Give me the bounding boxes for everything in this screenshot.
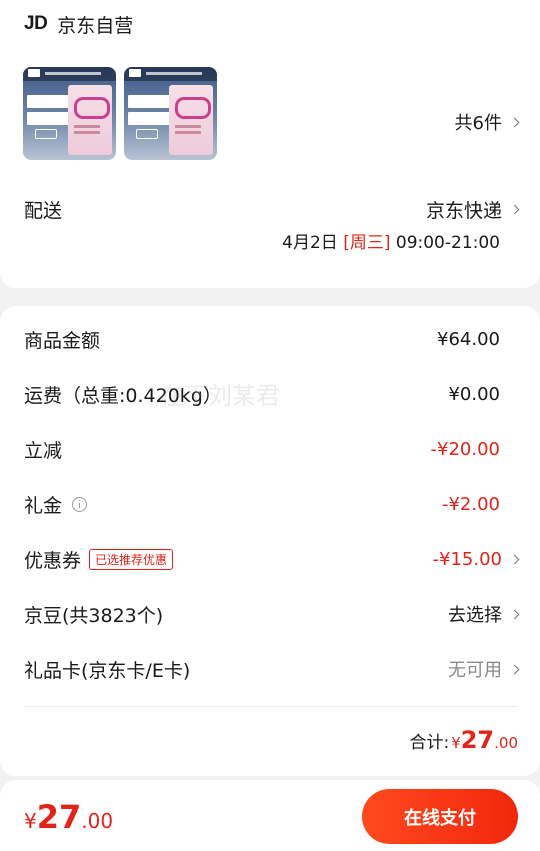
checkout-bar: ¥ 27 .00 在线支付 xyxy=(0,780,540,851)
summary-label: 立减 xyxy=(24,439,63,462)
summary-row-gift-money: 礼金 -¥2.00 xyxy=(24,489,518,519)
chevron-right-icon xyxy=(509,117,520,127)
summary-value-wrap: -¥15.00 xyxy=(432,548,520,570)
summary-value-wrap: 无可用 xyxy=(448,656,520,682)
delivery-method-label: 京东快递 xyxy=(425,200,502,222)
checkout-price: ¥ 27 .00 xyxy=(24,798,113,836)
subtotal-decimal: .00 xyxy=(494,734,518,752)
delivery-time[interactable]: 4月2日 [周三] 09:00-21:00 xyxy=(282,228,500,253)
summary-row-shipping[interactable]: 运费（总重:0.420kg） ¥0.00 xyxy=(24,379,518,409)
delivery-method[interactable]: 京东快递 xyxy=(425,196,520,223)
subtotal-label: 合计: xyxy=(409,733,450,753)
summary-label: 运费（总重:0.420kg） xyxy=(24,384,222,407)
summary-label: 礼金 xyxy=(24,494,63,517)
jd-logo: JD xyxy=(24,13,48,34)
product-thumb-2[interactable] xyxy=(124,67,217,160)
delivery-date: 4月2日 xyxy=(282,233,338,253)
pay-online-button[interactable]: 在线支付 xyxy=(362,789,518,844)
summary-row-coupon[interactable]: 优惠券 已选推荐优惠 -¥15.00 xyxy=(24,544,520,574)
chevron-right-icon xyxy=(509,664,520,674)
product-thumbnails[interactable] xyxy=(23,67,217,160)
summary-label: 优惠券 xyxy=(24,549,82,572)
summary-value-wrap: 去选择 xyxy=(448,601,520,627)
delivery-time-range: 09:00-21:00 xyxy=(395,233,500,253)
divider xyxy=(24,706,518,707)
price-summary-card: 商品金额 ¥64.00 运费（总重:0.420kg） ¥0.00 立减 -¥20… xyxy=(0,306,540,776)
chevron-right-icon xyxy=(509,204,520,215)
store-name: 京东自营 xyxy=(57,14,134,37)
summary-value: ¥0.00 xyxy=(448,383,500,405)
summary-row-jd-beans[interactable]: 京豆(共3823个) 去选择 xyxy=(24,599,520,629)
item-count-link[interactable]: 共6件 xyxy=(454,109,520,135)
summary-value: -¥2.00 xyxy=(441,493,500,515)
summary-value: -¥15.00 xyxy=(432,548,502,570)
subtotal-integer: 27 xyxy=(460,726,495,754)
summary-label-wrap: 礼金 xyxy=(24,491,88,518)
summary-row-discount: 立减 -¥20.00 xyxy=(24,434,518,464)
summary-label-wrap: 优惠券 已选推荐优惠 xyxy=(24,546,174,573)
summary-label: 商品金额 xyxy=(24,329,101,352)
summary-label: 礼品卡(京东卡/E卡) xyxy=(24,659,191,682)
coupon-badge: 已选推荐优惠 xyxy=(89,548,174,570)
summary-value: 无可用 xyxy=(448,660,502,681)
price-integer: 27 xyxy=(36,798,82,836)
subtotal: 合计: ¥ 27 .00 xyxy=(409,726,518,754)
store-header[interactable]: JD 京东自营 xyxy=(24,11,133,37)
price-decimal: .00 xyxy=(81,809,114,833)
chevron-right-icon xyxy=(509,609,520,619)
delivery-weekday: [周三] xyxy=(343,233,391,253)
item-count-label: 共6件 xyxy=(454,113,502,134)
summary-value: -¥20.00 xyxy=(430,438,500,460)
subtotal-currency: ¥ xyxy=(451,734,461,752)
order-store-card: JD 京东自营 共6件 配送 京东快递 4月2日 [周三] 09:00-21:0… xyxy=(0,0,540,288)
summary-row-goods: 商品金额 ¥64.00 xyxy=(24,324,518,354)
info-icon[interactable] xyxy=(72,496,88,512)
product-thumb-1[interactable] xyxy=(23,67,116,160)
delivery-label: 配送 xyxy=(24,200,63,222)
price-currency: ¥ xyxy=(24,809,37,833)
summary-row-gift-card[interactable]: 礼品卡(京东卡/E卡) 无可用 xyxy=(24,654,520,684)
summary-label: 京豆(共3823个) xyxy=(24,604,164,627)
chevron-right-icon xyxy=(509,554,520,564)
summary-value: ¥64.00 xyxy=(437,328,500,350)
summary-value: 去选择 xyxy=(448,605,502,626)
